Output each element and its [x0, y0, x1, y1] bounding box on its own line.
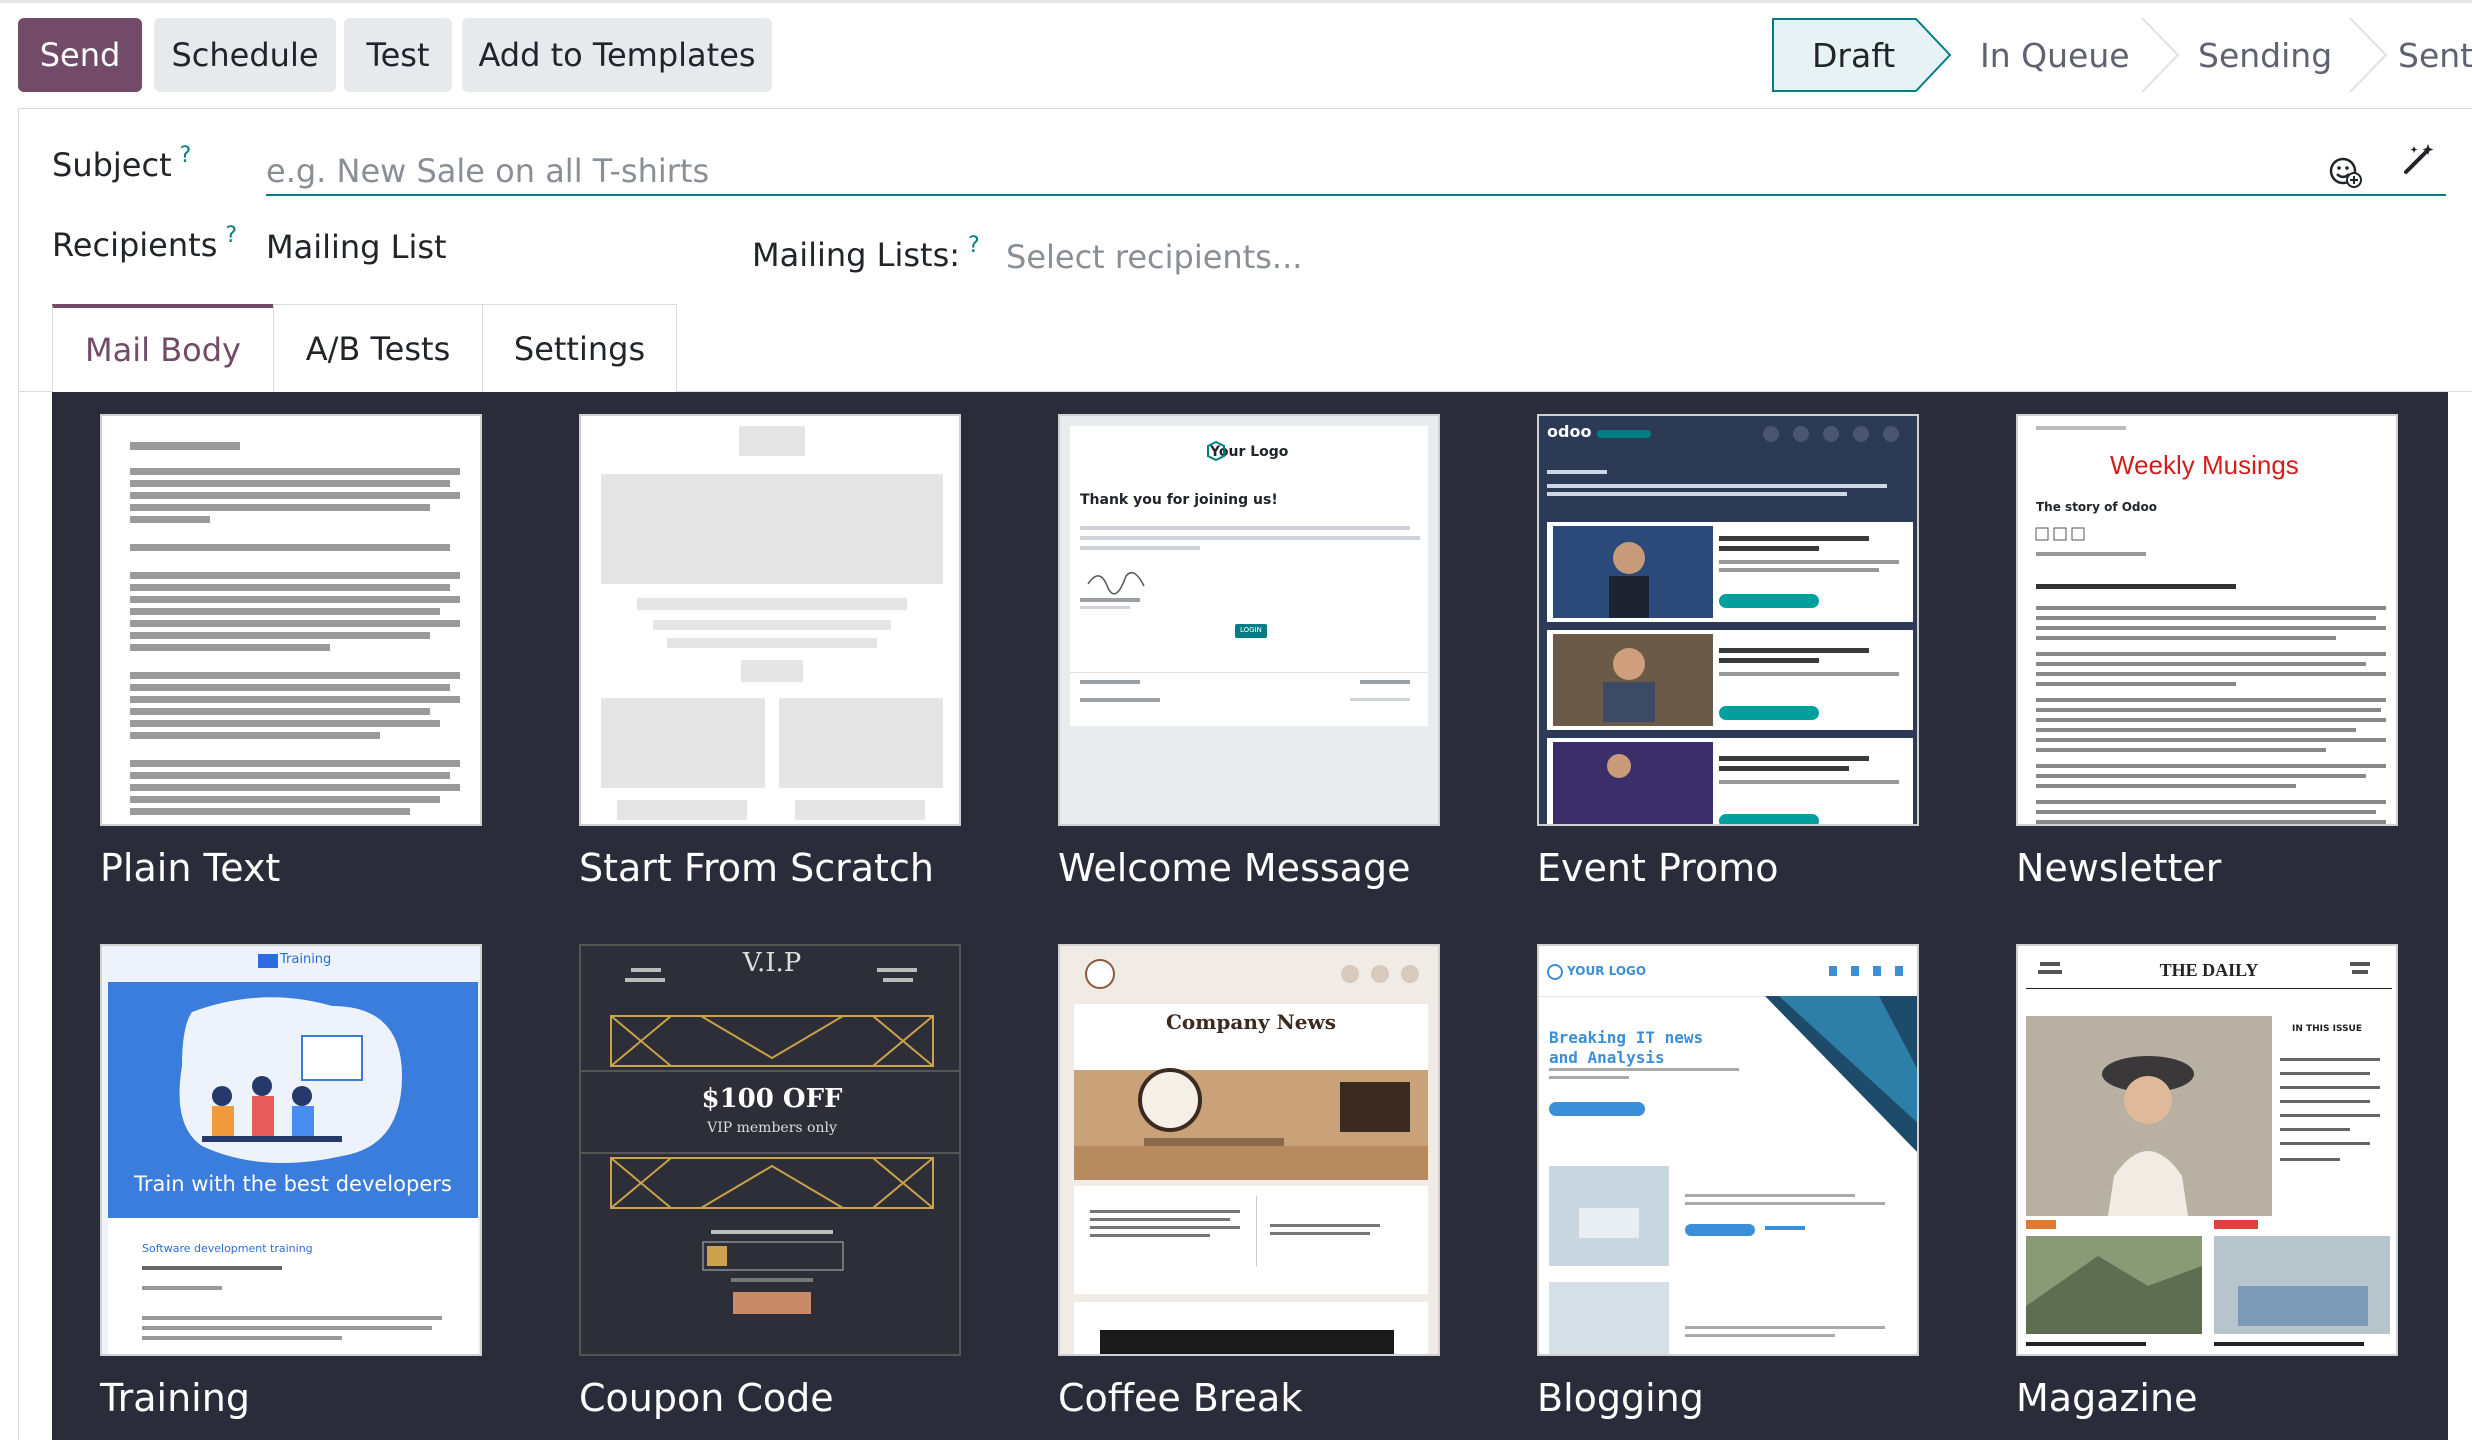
- training-headline: Train with the best developers: [134, 1172, 452, 1196]
- blog-title-line-1: Breaking IT news: [1549, 1028, 1704, 1047]
- template-thumb-plain-text: [100, 414, 482, 826]
- stage-draft-label: Draft: [1812, 35, 1896, 75]
- stage-sending-label: Sending: [2198, 35, 2333, 75]
- template-gallery: Plain Text Start From Scratch Your Logo …: [52, 392, 2448, 1440]
- template-name: Coupon Code: [579, 1376, 834, 1420]
- template-thumb-coupon-code: V.I.P $100 OFF VIP members only: [579, 944, 961, 1356]
- test-button[interactable]: Test: [344, 18, 452, 92]
- tab-settings[interactable]: Settings: [482, 304, 677, 392]
- event-preview: [1547, 426, 1913, 824]
- ai-magic-wand-icon[interactable]: [2400, 142, 2436, 182]
- blog-title-line-2: and Analysis: [1549, 1048, 1665, 1067]
- template-thumb-newsletter: Weekly Musings The story of Odoo: [2016, 414, 2398, 826]
- stage-in-queue[interactable]: In Queue: [1952, 18, 2180, 92]
- subject-help-icon[interactable]: ?: [180, 143, 192, 168]
- newsletter-preview: [2035, 426, 2386, 824]
- recipients-label: Recipients?: [52, 223, 237, 264]
- coupon-subtext: VIP members only: [707, 1120, 837, 1136]
- add-to-templates-button[interactable]: Add to Templates: [462, 18, 772, 92]
- stage-sending[interactable]: Sending: [2178, 18, 2388, 92]
- blogging-preview: [1539, 964, 1917, 1354]
- mailing-lists-label-text: Mailing Lists:: [752, 236, 961, 274]
- coupon-preview: [581, 968, 959, 1314]
- stage-in-queue-label: In Queue: [1980, 35, 2130, 75]
- template-name: Magazine: [2016, 1376, 2198, 1420]
- template-name: Plain Text: [100, 846, 281, 890]
- template-thumb-start-from-scratch: [579, 414, 961, 826]
- welcome-login-button: LOGIN: [1240, 626, 1262, 634]
- template-name: Welcome Message: [1058, 846, 1411, 890]
- template-name: Start From Scratch: [579, 846, 934, 890]
- template-name: Blogging: [1537, 1376, 1704, 1420]
- template-thumb-blogging: YOUR LOGO Breaking IT news and Analysis: [1537, 944, 1919, 1356]
- template-name: Training: [100, 1376, 250, 1420]
- plain-text-preview: [130, 442, 460, 815]
- training-brand: Training: [280, 952, 332, 967]
- top-border: [0, 0, 2472, 3]
- template-thumb-training: Training Train with the best developers …: [100, 944, 482, 1356]
- mailing-lists-input[interactable]: Select recipients...: [1006, 238, 1302, 276]
- stage-sent-label: Sent: [2398, 35, 2472, 75]
- template-thumb-welcome-message: Your Logo Thank you for joining us! LOGI…: [1058, 414, 1440, 826]
- send-button[interactable]: Send: [18, 18, 142, 92]
- recipients-label-text: Recipients: [52, 226, 218, 264]
- stage-sent[interactable]: Sent: [2382, 18, 2472, 92]
- coupon-title: V.I.P: [742, 948, 802, 978]
- coffee-title: Company News: [1166, 1010, 1336, 1034]
- stage-draft[interactable]: Draft: [1772, 18, 1952, 92]
- tab-mail-body[interactable]: Mail Body: [52, 304, 274, 392]
- template-name: Newsletter: [2016, 846, 2222, 890]
- recipients-help-icon[interactable]: ?: [225, 223, 237, 248]
- scratch-preview: [601, 426, 943, 820]
- template-thumb-magazine: THE DAILY IN THIS ISSUE: [2016, 944, 2398, 1356]
- template-thumb-event-promo: odoo: [1537, 414, 1919, 826]
- subject-input[interactable]: [266, 148, 2446, 196]
- recipients-select[interactable]: Mailing List: [266, 228, 447, 266]
- tab-ab-tests[interactable]: A/B Tests: [273, 304, 483, 392]
- mailing-lists-label: Mailing Lists:?: [752, 233, 980, 274]
- emoji-picker-icon[interactable]: [2328, 154, 2362, 192]
- subject-label-text: Subject: [52, 146, 172, 184]
- template-name: Event Promo: [1537, 846, 1779, 890]
- blog-logo: YOUR LOGO: [1567, 964, 1647, 978]
- magazine-title: THE DAILY: [2159, 960, 2259, 980]
- magazine-issue-heading: IN THIS ISSUE: [2292, 1024, 2363, 1034]
- training-preview: [108, 954, 478, 1354]
- template-thumb-coffee-break: Company News: [1058, 944, 1440, 1356]
- coupon-offer: $100 OFF: [701, 1084, 843, 1114]
- status-bar: Draft In Queue Sending Sent: [1772, 18, 2472, 92]
- training-course: Software development training: [142, 1242, 313, 1255]
- welcome-preview: [1070, 440, 1428, 702]
- mailing-lists-help-icon[interactable]: ?: [968, 233, 980, 258]
- coffee-preview: [1074, 959, 1428, 1354]
- magazine-preview: [2026, 962, 2392, 1346]
- template-name: Coffee Break: [1058, 1376, 1303, 1420]
- schedule-button[interactable]: Schedule: [154, 18, 336, 92]
- subject-label: Subject?: [52, 143, 192, 184]
